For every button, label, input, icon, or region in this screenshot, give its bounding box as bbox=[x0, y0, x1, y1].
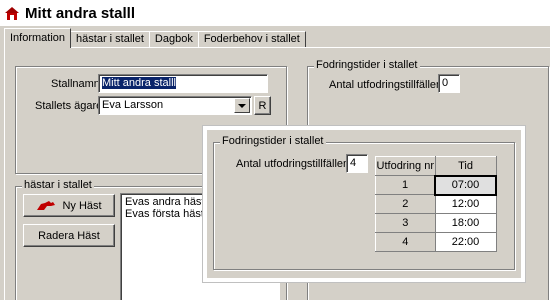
new-horse-label: Ny Häst bbox=[62, 199, 102, 212]
stable-name-label: Stallnamn bbox=[51, 78, 100, 90]
tab-hastar-i-stallet[interactable]: hästar i stallet bbox=[70, 31, 150, 48]
stable-owner-select[interactable]: Eva Larsson bbox=[98, 96, 252, 115]
feeding-count-field[interactable]: 4 bbox=[346, 154, 368, 173]
table-row: 2 12:00 bbox=[375, 194, 497, 214]
stable-owner-label: Stallets ägare bbox=[35, 100, 103, 112]
title-bar: Mitt andra stalll bbox=[0, 0, 550, 26]
stable-owner-value: Eva Larsson bbox=[102, 99, 164, 111]
feeding-count-value: 4 bbox=[350, 157, 357, 169]
table-row: 3 18:00 bbox=[375, 213, 497, 233]
house-icon bbox=[4, 5, 20, 21]
time-cell[interactable]: 22:00 bbox=[434, 232, 497, 252]
new-horse-button[interactable]: Ny Häst bbox=[23, 194, 115, 217]
row-nr: 3 bbox=[375, 213, 436, 233]
col-header-time: Tid bbox=[434, 156, 497, 176]
feeding-times-group-label: Fodringstider i stallet bbox=[314, 59, 420, 71]
row-nr: 2 bbox=[375, 194, 436, 214]
stable-name-value: Mitt andra stalll bbox=[102, 77, 176, 89]
chevron-down-icon[interactable] bbox=[234, 98, 250, 113]
col-header-nr: Utfodring nr bbox=[375, 156, 436, 176]
time-cell[interactable]: 18:00 bbox=[434, 213, 497, 233]
feeding-count-label-bg: Antal utfodringstillfällen bbox=[329, 79, 443, 91]
table-row: 4 22:00 bbox=[375, 232, 497, 252]
tab-information[interactable]: Information bbox=[4, 28, 72, 48]
window-title: Mitt andra stalll bbox=[25, 4, 136, 22]
feeding-times-table: Utfodring nr Tid 1 07:00 2 12:00 3 18:00… bbox=[375, 156, 497, 252]
tab-foderbehov[interactable]: Foderbehov i stallet bbox=[197, 31, 306, 48]
row-nr: 4 bbox=[375, 232, 436, 252]
stable-name-field[interactable]: Mitt andra stalll bbox=[98, 74, 268, 93]
horses-group-label: hästar i stallet bbox=[22, 179, 94, 191]
table-row: 1 07:00 bbox=[375, 174, 497, 196]
row-nr: 1 bbox=[375, 175, 436, 195]
delete-horse-button[interactable]: Radera Häst bbox=[23, 224, 115, 247]
feeding-count-field-bg[interactable]: 0 bbox=[438, 74, 460, 93]
tab-strip: Information hästar i stallet Dagbok Fode… bbox=[4, 28, 306, 48]
feeding-times-popup: Fodringstider i stallet Antal utfodrings… bbox=[203, 126, 525, 282]
feeding-times-popup-label: Fodringstider i stallet bbox=[220, 135, 326, 147]
horse-icon bbox=[36, 200, 56, 212]
r-button[interactable]: R bbox=[254, 96, 271, 115]
table-header-row: Utfodring nr Tid bbox=[375, 156, 497, 176]
time-cell[interactable]: 12:00 bbox=[434, 194, 497, 214]
feeding-count-value-bg: 0 bbox=[442, 77, 449, 89]
feeding-count-label: Antal utfodringstillfällen bbox=[236, 158, 350, 170]
time-cell[interactable]: 07:00 bbox=[434, 174, 497, 196]
tab-dagbok[interactable]: Dagbok bbox=[148, 31, 199, 48]
